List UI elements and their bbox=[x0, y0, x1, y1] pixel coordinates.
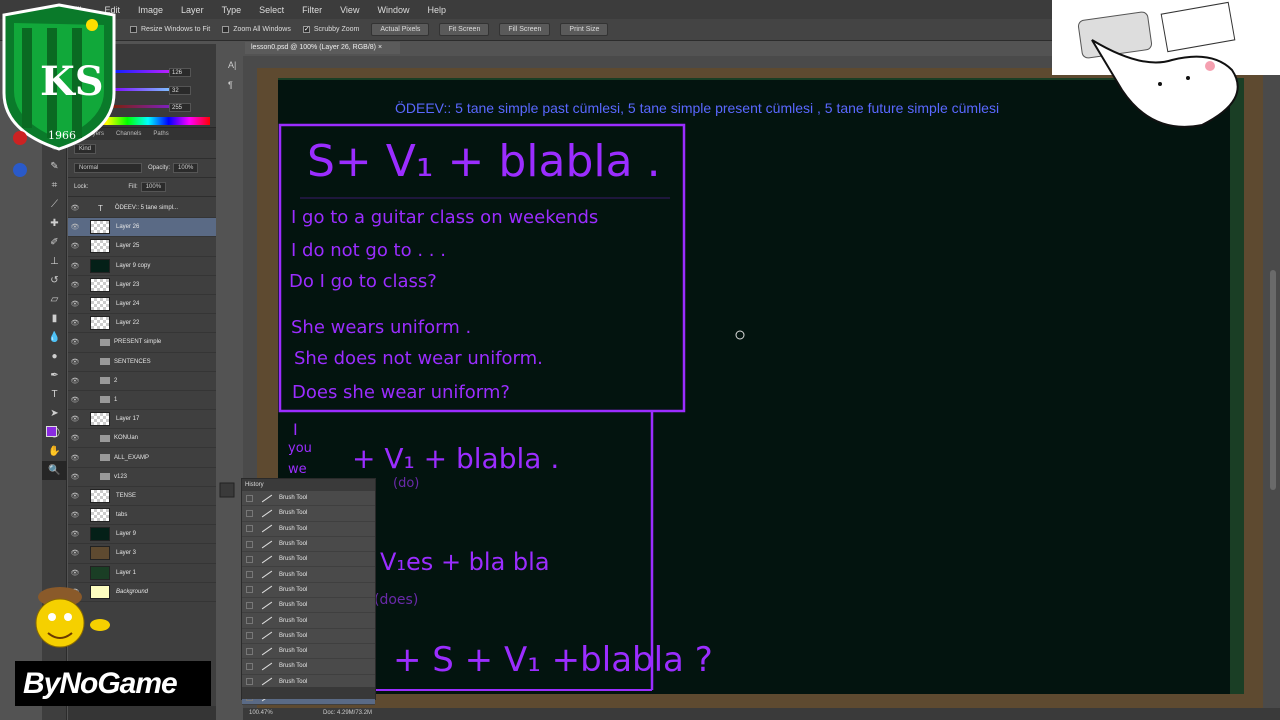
emoji-mascot-icon bbox=[35, 587, 110, 648]
app-icon-red[interactable] bbox=[13, 131, 27, 145]
doc-size: Doc: 4.29M/73.2M bbox=[323, 710, 373, 716]
history-checkbox[interactable] bbox=[246, 678, 253, 686]
history-label: Brush Tool bbox=[279, 586, 308, 593]
brush-icon bbox=[261, 677, 273, 686]
history-checkbox[interactable] bbox=[246, 586, 253, 594]
history-item[interactable]: Brush Tool bbox=[242, 644, 375, 660]
formula-4: + S + V₁ +blabla ? bbox=[393, 640, 713, 680]
history-checkbox[interactable] bbox=[246, 494, 253, 502]
pronoun-i: I bbox=[293, 420, 298, 439]
brush-icon bbox=[261, 570, 273, 579]
history-label: Brush Tool bbox=[279, 556, 308, 563]
photoshop-window: FileEditImageLayerTypeSelectFilterViewWi… bbox=[0, 0, 1280, 720]
logo-year: 1966 bbox=[48, 129, 76, 142]
logo-letters: KS bbox=[40, 58, 104, 105]
history-checkbox[interactable] bbox=[246, 509, 253, 517]
sun-icon bbox=[86, 19, 98, 31]
brush-icon bbox=[261, 601, 273, 610]
history-checkbox[interactable] bbox=[246, 647, 253, 655]
brush-icon bbox=[261, 586, 273, 594]
formula-1: S+ V₁ + blabla . bbox=[307, 136, 661, 187]
history-checkbox[interactable] bbox=[246, 632, 253, 640]
cat-keyboard-sticker bbox=[1052, 0, 1280, 128]
history-label: Brush Tool bbox=[279, 571, 308, 578]
formula-3: V₁es + bla bla bbox=[380, 548, 550, 576]
zoom-level[interactable]: 100.47% bbox=[249, 710, 273, 716]
history-item[interactable]: Brush Tool bbox=[242, 491, 375, 507]
status-bar: 100.47% Doc: 4.29M/73.2M bbox=[243, 708, 1280, 720]
history-item[interactable]: Brush Tool bbox=[242, 537, 375, 553]
sentence-6: Does she wear uniform? bbox=[292, 382, 510, 403]
sentence-2: I do not go to . . . bbox=[291, 240, 446, 261]
history-label: Brush Tool bbox=[279, 602, 308, 609]
history-label: Brush Tool bbox=[279, 648, 308, 655]
history-label: Brush Tool bbox=[279, 678, 308, 685]
history-checkbox[interactable] bbox=[246, 540, 253, 548]
history-item[interactable]: Brush Tool bbox=[242, 613, 375, 629]
brush-icon bbox=[261, 555, 273, 564]
brush-icon bbox=[261, 524, 273, 533]
brush-icon bbox=[261, 631, 273, 640]
history-label: Brush Tool bbox=[279, 541, 308, 548]
sentence-5: She does not wear uniform. bbox=[294, 348, 543, 369]
history-panel-icon[interactable] bbox=[219, 482, 235, 498]
history-item[interactable]: Brush Tool bbox=[242, 552, 375, 568]
history-checkbox[interactable] bbox=[246, 617, 253, 625]
history-checkbox[interactable] bbox=[246, 601, 253, 609]
history-item[interactable]: Brush Tool bbox=[242, 659, 375, 675]
history-list: Brush Tool Brush Tool Brush Tool Brush Tool… bbox=[242, 491, 375, 706]
bynogame-watermark: ByNoGame bbox=[15, 661, 211, 706]
sentence-1: I go to a guitar class on weekends bbox=[291, 207, 599, 228]
history-label: Brush Tool bbox=[279, 632, 308, 639]
history-item[interactable]: Brush Tool bbox=[242, 506, 375, 522]
brush-icon bbox=[261, 647, 273, 655]
history-footer bbox=[242, 687, 375, 699]
history-panel-header: History bbox=[242, 479, 375, 491]
brush-icon bbox=[261, 509, 273, 518]
history-label: Brush Tool bbox=[279, 663, 308, 670]
pronoun-you: you bbox=[288, 441, 312, 456]
brush-icon bbox=[261, 540, 273, 548]
history-checkbox[interactable] bbox=[246, 571, 253, 579]
taskbar-icons bbox=[13, 131, 27, 177]
history-checkbox[interactable] bbox=[246, 662, 253, 670]
history-item[interactable]: Brush Tool bbox=[242, 598, 375, 614]
history-label: Brush Tool bbox=[279, 495, 308, 502]
vertical-scrollbar[interactable] bbox=[1270, 270, 1276, 490]
pronoun-we: we bbox=[288, 462, 307, 477]
history-panel: History Brush Tool Brush Tool Brush Tool Br… bbox=[241, 478, 376, 706]
history-item[interactable]: Brush Tool bbox=[242, 629, 375, 644]
brand-text: ByNoGame bbox=[23, 666, 178, 700]
history-checkbox[interactable] bbox=[246, 555, 253, 563]
do-note: (do) bbox=[393, 476, 420, 491]
brush-icon bbox=[261, 662, 273, 671]
history-label: Brush Tool bbox=[279, 525, 308, 532]
history-item[interactable]: Brush Tool bbox=[242, 522, 375, 537]
does-note: (does) bbox=[374, 592, 419, 608]
app-icon-blue[interactable] bbox=[13, 163, 27, 177]
history-checkbox[interactable] bbox=[246, 525, 253, 533]
sentence-4: She wears uniform . bbox=[291, 317, 472, 338]
collapsed-panels bbox=[219, 482, 235, 498]
history-item[interactable]: Brush Tool bbox=[242, 583, 375, 599]
sentence-3: Do I go to class? bbox=[289, 271, 437, 292]
brush-icon bbox=[261, 616, 273, 625]
formula-2: + V₁ + blabla . bbox=[352, 442, 560, 475]
history-label: Brush Tool bbox=[279, 617, 308, 624]
brush-icon bbox=[261, 494, 273, 502]
history-label: Brush Tool bbox=[279, 510, 308, 517]
history-item[interactable]: Brush Tool bbox=[242, 567, 375, 583]
zoom-cursor-icon bbox=[735, 330, 745, 340]
